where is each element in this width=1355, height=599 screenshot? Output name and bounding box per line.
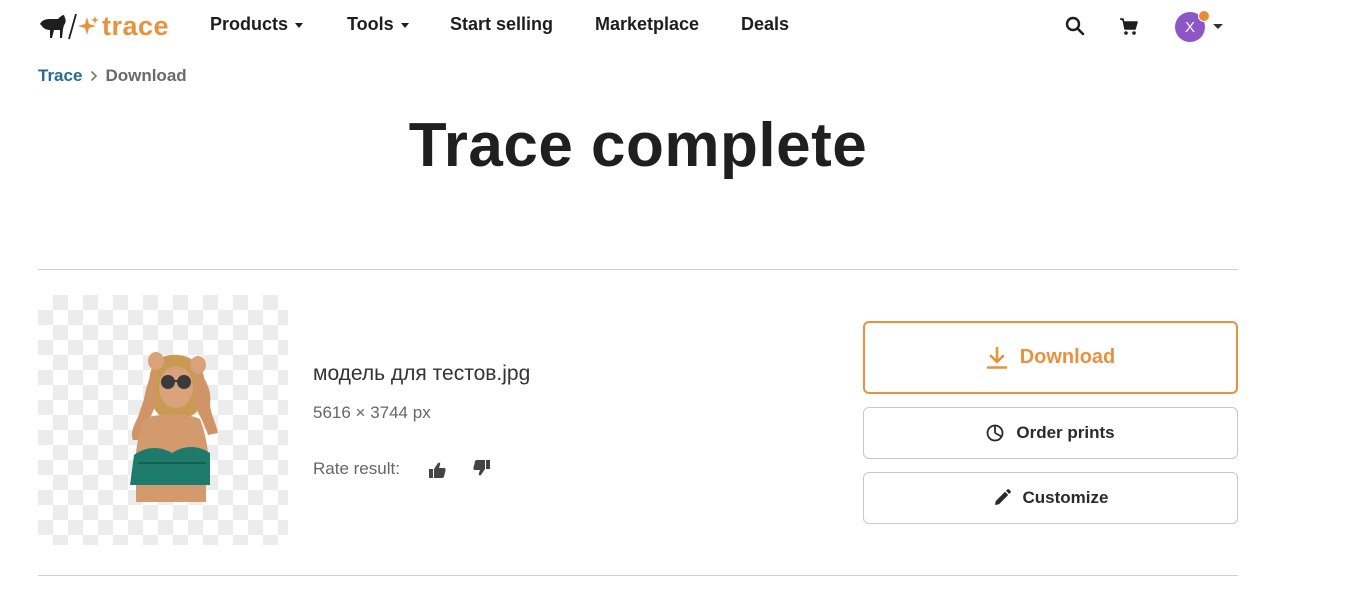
divider-top	[38, 269, 1238, 270]
download-button[interactable]: Download	[863, 321, 1238, 394]
result-thumbnail	[38, 295, 288, 545]
nav-marketplace-label: Marketplace	[595, 14, 700, 34]
nav-tools-label: Tools	[347, 14, 394, 34]
nav-products-label: Products	[210, 14, 289, 34]
nav-deals[interactable]: Deals	[741, 14, 789, 35]
thumbs-up-icon	[429, 462, 446, 478]
thumbs-down-icon	[473, 460, 490, 476]
logo[interactable]: trace	[38, 10, 170, 41]
customize-label: Customize	[1022, 488, 1109, 507]
customize-button[interactable]: Customize	[863, 472, 1238, 524]
logo-wordmark: trace	[102, 10, 170, 41]
cart-button[interactable]	[1119, 17, 1139, 42]
divider-bottom	[38, 575, 1238, 576]
order-prints-button[interactable]: Order prints	[863, 407, 1238, 459]
nav-start-selling[interactable]: Start selling	[450, 14, 553, 35]
nav-start-selling-label: Start selling	[450, 14, 554, 34]
chevron-down-icon	[400, 23, 409, 28]
pencil-icon	[994, 489, 1011, 505]
nav-tools[interactable]: Tools	[347, 14, 409, 35]
logo-horse-icon	[40, 13, 77, 40]
pie-chart-icon	[986, 424, 1004, 442]
nav-products[interactable]: Products	[210, 14, 304, 35]
download-label: Download	[1019, 346, 1116, 368]
chevron-right-icon	[90, 70, 98, 82]
nav-deals-label: Deals	[741, 14, 790, 34]
order-prints-label: Order prints	[1016, 423, 1115, 442]
cart-icon	[1120, 18, 1138, 35]
download-icon	[986, 346, 1008, 369]
sparkle-icon	[78, 16, 99, 35]
nav-marketplace[interactable]: Marketplace	[595, 14, 699, 35]
file-dimensions: 5616 × 3744 px	[313, 403, 431, 422]
chevron-down-icon[interactable]	[1213, 24, 1223, 29]
result-image	[130, 352, 218, 502]
thumbs-up-button[interactable]	[427, 460, 447, 485]
search-button[interactable]	[1065, 16, 1085, 41]
search-icon	[1065, 16, 1085, 36]
notification-dot	[1198, 10, 1210, 22]
page-title: Trace complete	[408, 111, 868, 180]
top-navigation: trace Products Tools Start selling Marke…	[0, 0, 1355, 52]
breadcrumb-current: Download	[105, 66, 187, 85]
avatar-initial: X	[1184, 18, 1195, 36]
file-name: модель для тестов.jpg	[313, 362, 531, 385]
thumbs-down-button[interactable]	[472, 458, 492, 483]
chevron-down-icon	[295, 23, 304, 28]
rate-result-label: Rate result:	[313, 459, 400, 478]
breadcrumb-trace[interactable]: Trace	[38, 66, 82, 86]
breadcrumb: Trace Download	[38, 66, 187, 86]
